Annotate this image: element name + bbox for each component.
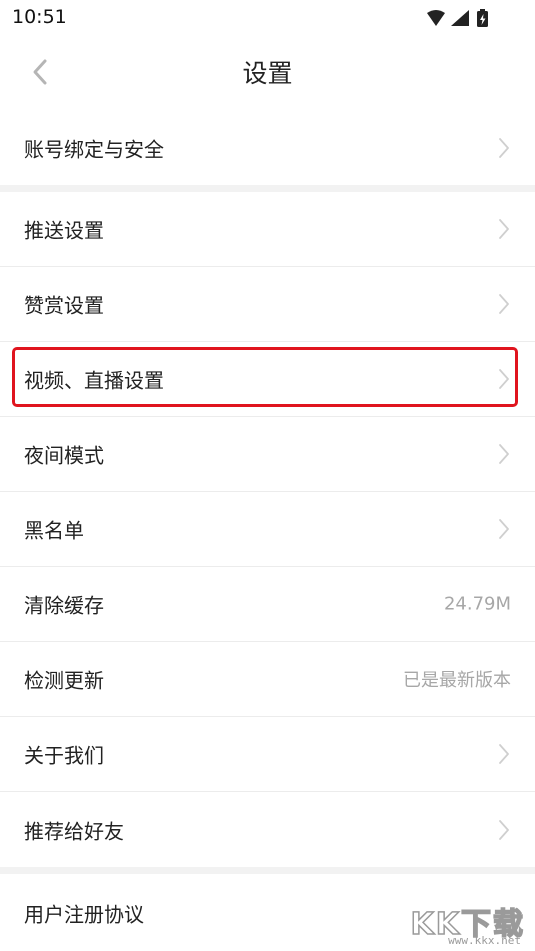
chevron-right-icon	[499, 444, 509, 464]
menu-item-push-settings[interactable]: 推送设置	[0, 192, 535, 267]
section-divider	[0, 185, 535, 192]
menu-item-night-mode[interactable]: 夜间模式	[0, 417, 535, 492]
menu-item-recommend-friends[interactable]: 推荐给好友	[0, 792, 535, 867]
chevron-right-icon	[499, 519, 509, 539]
menu-item-video-live-settings[interactable]: 视频、直播设置	[0, 342, 535, 417]
menu-item-about-us[interactable]: 关于我们	[0, 717, 535, 792]
menu-item-label: 视频、直播设置	[24, 368, 164, 393]
chevron-right-icon	[499, 819, 509, 840]
cellular-signal-icon	[451, 10, 469, 26]
menu-item-account-security[interactable]: 账号绑定与安全	[0, 110, 535, 185]
status-icons	[425, 8, 497, 28]
menu-item-label: 账号绑定与安全	[24, 137, 164, 161]
menu-item-check-update[interactable]: 检测更新 已是最新版本	[0, 642, 535, 717]
chevron-right-icon	[499, 219, 509, 239]
chevron-right-icon	[499, 744, 509, 764]
menu-item-label: 检测更新	[24, 668, 104, 693]
menu-item-label: 推荐给好友	[24, 819, 124, 843]
menu-item-reward-settings[interactable]: 赞赏设置	[0, 267, 535, 342]
wifi-icon	[427, 10, 445, 26]
menu-item-label: 夜间模式	[24, 443, 104, 468]
menu-item-clear-cache[interactable]: 清除缓存 24.79M	[0, 567, 535, 642]
chevron-right-icon	[499, 369, 509, 389]
page-title: 设置	[242, 59, 293, 88]
status-bar: 10:51	[0, 0, 535, 36]
nav-bar: 设置	[0, 40, 535, 106]
chevron-right-icon	[499, 137, 509, 158]
update-status-value: 已是最新版本	[403, 670, 511, 691]
menu-item-user-agreement[interactable]: 用户注册协议	[0, 874, 535, 951]
section-divider	[0, 867, 535, 874]
menu-item-label: 用户注册协议	[24, 902, 144, 926]
chevron-right-icon	[499, 294, 509, 314]
menu-item-label: 清除缓存	[24, 593, 104, 618]
menu-item-label: 赞赏设置	[24, 293, 104, 318]
battery-charging-icon	[477, 9, 488, 27]
menu-item-label: 关于我们	[24, 743, 104, 768]
status-time: 10:51	[12, 6, 67, 28]
menu-item-label: 黑名单	[24, 518, 84, 543]
cache-size-value: 24.79M	[443, 593, 511, 615]
menu-item-label: 推送设置	[24, 218, 104, 243]
menu-item-blacklist[interactable]: 黑名单	[0, 492, 535, 567]
